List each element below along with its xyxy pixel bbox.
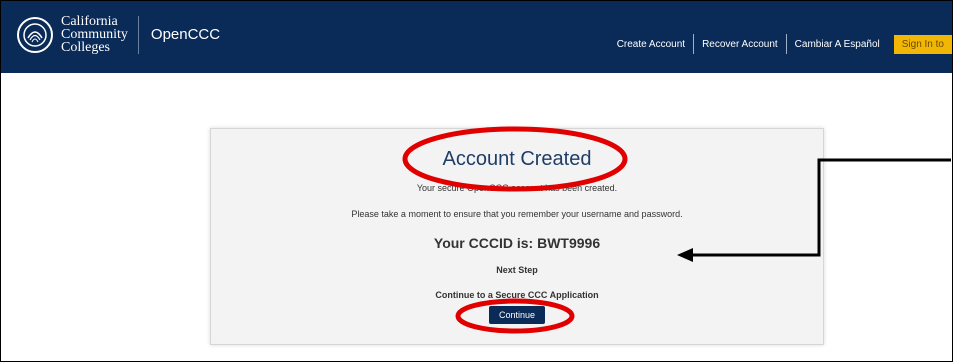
logo-text: California Community Colleges (61, 15, 128, 55)
recover-account-link[interactable]: Recover Account (694, 39, 786, 50)
continue-description: Continue to a Secure CCC Application (435, 290, 599, 300)
site-header: California Community Colleges OpenCCC Cr… (1, 1, 952, 73)
continue-button[interactable]: Continue (489, 306, 545, 324)
account-created-card: Account Created Your secure OpenCCC acco… (210, 128, 824, 345)
logo-divider (137, 15, 139, 54)
brand-name: OpenCCC (150, 26, 221, 43)
header-nav: Create Account Recover Account Cambiar A… (609, 34, 952, 54)
next-step-heading: Next Step (496, 265, 538, 275)
sign-in-button[interactable]: Sign In to (893, 34, 952, 54)
confirmation-message: Your secure OpenCCC account has been cre… (416, 183, 618, 193)
page-title: Account Created (442, 148, 592, 170)
spanish-link[interactable]: Cambiar A Español (787, 39, 888, 50)
ccc-seal-icon (17, 16, 53, 53)
reminder-message: Please take a moment to ensure that you … (351, 209, 683, 219)
cccid-display: Your CCCID is: BWT9996 (433, 235, 601, 251)
ccc-logo[interactable]: California Community Colleges OpenCCC (17, 15, 221, 55)
browser-frame: California Community Colleges OpenCCC Cr… (0, 0, 953, 362)
logo-line-3: Colleges (61, 40, 110, 55)
create-account-link[interactable]: Create Account (609, 39, 693, 50)
